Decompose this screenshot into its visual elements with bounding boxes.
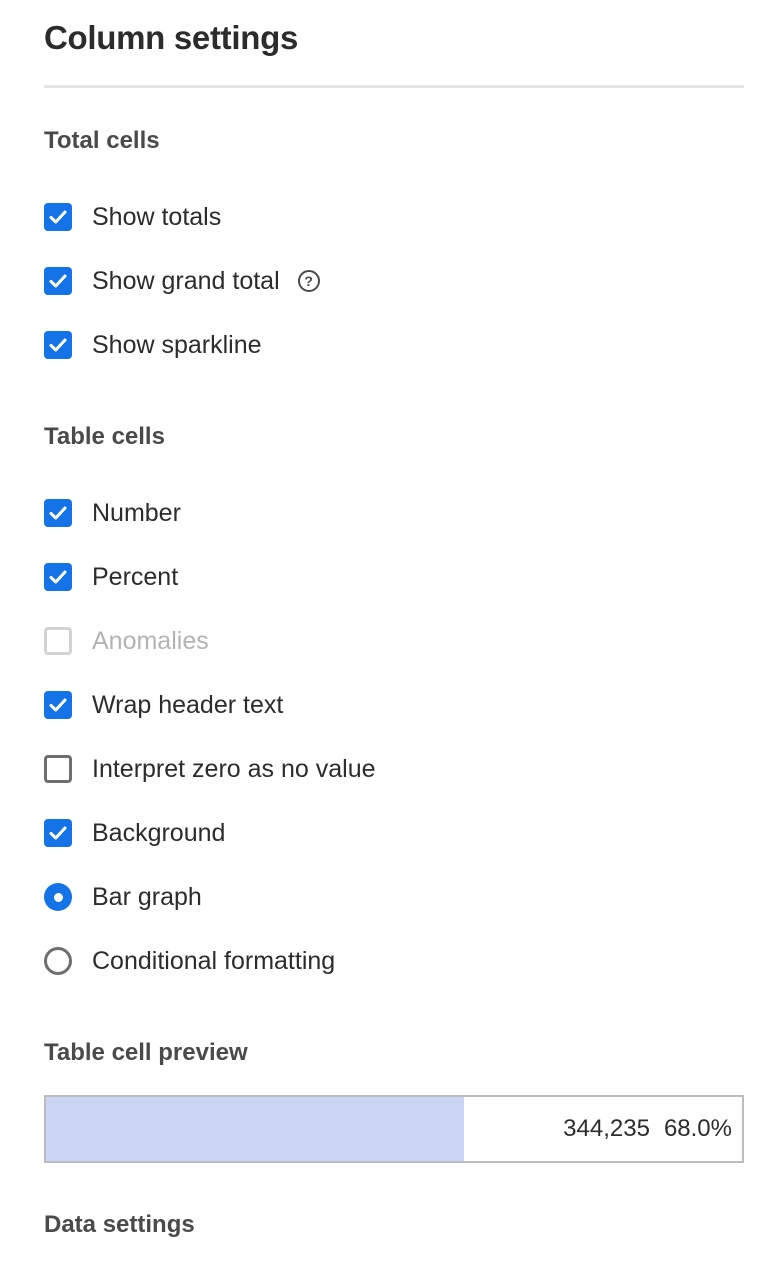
help-circle-icon[interactable]: ?: [297, 270, 320, 292]
show-totals-checkbox[interactable]: [44, 203, 72, 231]
checkmark-icon: [49, 570, 67, 584]
show-totals-option[interactable]: Show totals: [44, 200, 221, 234]
checkmark-icon: [49, 826, 67, 840]
checkmark-icon: [49, 698, 67, 712]
checkmark-icon: [49, 210, 67, 224]
checkmark-icon: [49, 506, 67, 520]
percent-checkbox[interactable]: [44, 563, 72, 591]
preview-bar-fill: [46, 1097, 464, 1161]
number-option[interactable]: Number: [44, 496, 181, 530]
interpret-zero-label: Interpret zero as no value: [92, 754, 376, 783]
total-cells-heading: Total cells: [44, 127, 160, 154]
preview-number: 344,235: [563, 1115, 650, 1142]
anomalies-checkbox: [44, 627, 72, 655]
bar-graph-option[interactable]: Bar graph: [44, 880, 202, 914]
bar-graph-label: Bar graph: [92, 882, 202, 911]
title-divider: [44, 85, 744, 88]
percent-label: Percent: [92, 562, 179, 591]
number-label: Number: [92, 498, 181, 527]
conditional-formatting-option[interactable]: Conditional formatting: [44, 944, 335, 978]
table-cell-preview-heading: Table cell preview: [44, 1039, 248, 1066]
table-cells-heading: Table cells: [44, 423, 165, 450]
background-option[interactable]: Background: [44, 816, 225, 850]
conditional-formatting-label: Conditional formatting: [92, 946, 336, 975]
percent-option[interactable]: Percent: [44, 560, 178, 594]
preview-percent: 68.0%: [663, 1115, 732, 1142]
checkmark-icon: [49, 338, 67, 352]
table-cell-preview: 344,235 68.0%: [44, 1095, 744, 1163]
anomalies-option: Anomalies: [44, 624, 209, 658]
show-sparkline-label: Show sparkline: [92, 330, 262, 359]
show-grand-total-label: Show grand total: [92, 266, 280, 295]
preview-values: 344,235 68.0%: [563, 1097, 732, 1161]
number-checkbox[interactable]: [44, 499, 72, 527]
show-grand-total-option[interactable]: Show grand total ?: [44, 264, 320, 298]
interpret-zero-option[interactable]: Interpret zero as no value: [44, 752, 376, 786]
show-sparkline-checkbox[interactable]: [44, 331, 72, 359]
panel-title: Column settings: [44, 19, 299, 56]
wrap-header-text-label: Wrap header text: [92, 690, 284, 719]
show-totals-label: Show totals: [92, 202, 222, 231]
show-grand-total-checkbox[interactable]: [44, 267, 72, 295]
data-settings-heading: Data settings: [44, 1211, 195, 1238]
wrap-header-text-checkbox[interactable]: [44, 691, 72, 719]
checkmark-icon: [49, 274, 67, 288]
bar-graph-radio[interactable]: [44, 883, 72, 911]
radio-dot: [53, 892, 63, 902]
background-label: Background: [92, 818, 226, 847]
background-checkbox[interactable]: [44, 819, 72, 847]
wrap-header-text-option[interactable]: Wrap header text: [44, 688, 283, 722]
conditional-formatting-radio[interactable]: [44, 947, 72, 975]
show-sparkline-option[interactable]: Show sparkline: [44, 328, 262, 362]
interpret-zero-checkbox[interactable]: [44, 755, 72, 783]
anomalies-label: Anomalies: [92, 626, 209, 655]
